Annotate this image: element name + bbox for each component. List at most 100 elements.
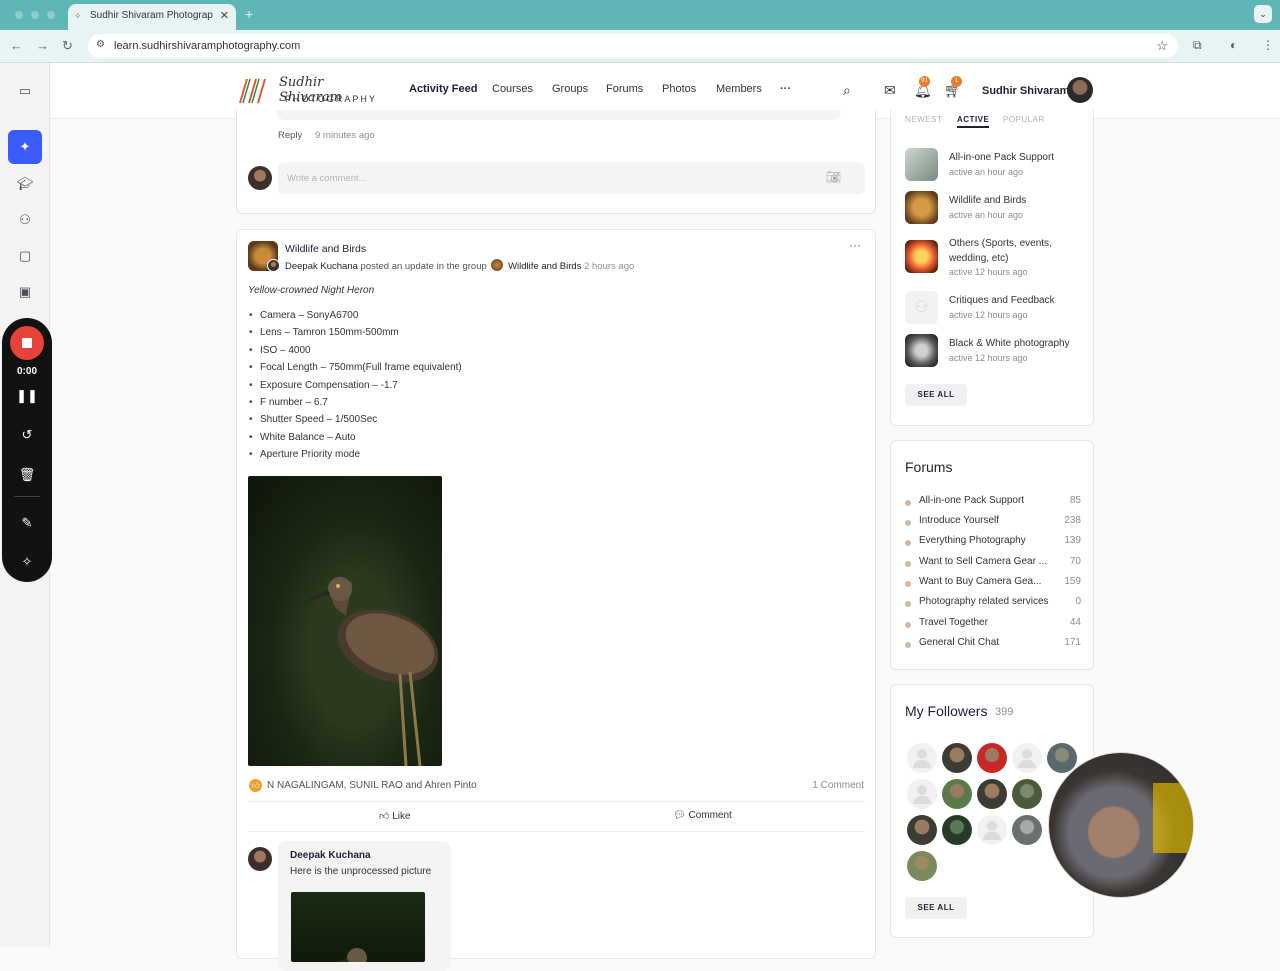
window-zoom-button[interactable] — [47, 11, 55, 19]
draw-pen-icon[interactable]: ✎ — [2, 515, 52, 531]
follower-avatar[interactable] — [977, 743, 1007, 773]
user-avatar[interactable] — [1067, 77, 1093, 103]
effects-icon[interactable]: ✧ — [2, 554, 52, 570]
stop-recording-button[interactable] — [10, 326, 44, 360]
sidebar-toggle-icon[interactable]: ▭ — [16, 82, 34, 100]
follower-avatar[interactable] — [942, 815, 972, 845]
group-item[interactable]: Others (Sports, events, wedding, etc) ac… — [905, 234, 1085, 280]
forum-item[interactable]: Everything Photography 139 — [905, 535, 1081, 551]
forum-item[interactable]: Travel Together 44 — [905, 617, 1081, 633]
delete-icon[interactable]: 🗑︎ — [2, 467, 52, 483]
address-bar[interactable]: ⚙ learn.sudhirshivaramphotography.com ☆ — [88, 34, 1178, 58]
forum-name[interactable]: Photography related services — [919, 596, 1059, 607]
tab-active[interactable]: ACTIVE — [957, 115, 990, 128]
unprocessed-photo[interactable] — [291, 892, 425, 968]
groups-icon[interactable]: ⚇ — [16, 211, 34, 229]
forum-item[interactable]: All-in-one Pack Support 85 — [905, 495, 1081, 511]
user-name[interactable]: Sudhir Shivaram — [982, 85, 1069, 97]
nav-photos[interactable]: Photos — [662, 83, 696, 95]
nav-members[interactable]: Members — [716, 83, 762, 95]
group-name[interactable]: Wildlife and Birds — [949, 193, 1085, 208]
follower-avatar[interactable] — [977, 779, 1007, 809]
tab-newest[interactable]: NEWEST — [905, 115, 942, 124]
nav-more[interactable]: ··· — [780, 83, 791, 95]
forum-item[interactable]: Introduce Yourself 238 — [905, 515, 1081, 531]
forum-name[interactable]: General Chit Chat — [919, 637, 1051, 648]
restart-icon[interactable]: ↺ — [2, 427, 52, 443]
new-tab-icon[interactable]: + — [245, 6, 253, 22]
forums-icon[interactable]: ▢ — [16, 247, 34, 265]
follower-avatar[interactable] — [1012, 815, 1042, 845]
group-name[interactable]: Black & White photography — [949, 336, 1085, 351]
reply-link[interactable]: Reply — [278, 130, 302, 141]
browser-tab[interactable]: ✧ Sudhir Shivaram Photograp ✕ — [68, 4, 236, 30]
follower-avatar[interactable] — [907, 851, 937, 881]
post-group-name[interactable]: Wildlife and Birds — [285, 243, 366, 255]
browser-menu-icon[interactable]: ⋮ — [1262, 38, 1274, 52]
follower-avatar[interactable] — [907, 779, 937, 809]
author-mini-avatar[interactable] — [267, 259, 280, 272]
forum-name[interactable]: Everything Photography — [919, 535, 1051, 546]
extensions-icon[interactable]: ⧉ — [1193, 38, 1202, 53]
reload-icon[interactable]: ↻ — [62, 38, 73, 54]
inbox-icon[interactable]: ✉ — [884, 82, 896, 99]
photos-icon[interactable]: ▣ — [16, 283, 34, 301]
nav-forums[interactable]: Forums — [606, 83, 643, 95]
group-name[interactable]: Others (Sports, events, wedding, etc) — [949, 236, 1085, 266]
comment-author[interactable]: Deepak Kuchana — [290, 850, 371, 861]
forum-name[interactable]: Introduce Yourself — [919, 515, 1051, 526]
pause-icon[interactable]: ❚❚ — [2, 388, 52, 404]
group-name[interactable]: All-in-one Pack Support — [949, 150, 1085, 165]
comment-count[interactable]: 1 Comment — [812, 780, 864, 791]
bookmark-star-icon[interactable]: ☆ — [1156, 38, 1168, 54]
nav-courses[interactable]: Courses — [492, 83, 533, 95]
follower-avatar[interactable] — [907, 743, 937, 773]
follower-avatar[interactable] — [977, 815, 1007, 845]
follower-avatar[interactable] — [1047, 743, 1077, 773]
heron-photo[interactable] — [248, 476, 442, 766]
profile-icon[interactable]: ◐ — [1230, 38, 1237, 52]
forward-icon[interactable]: → — [36, 38, 49, 53]
follower-avatar[interactable] — [942, 779, 972, 809]
forum-item[interactable]: Want to Buy Camera Gea... 159 — [905, 576, 1081, 592]
nav-activity-feed[interactable]: Activity Feed — [409, 83, 477, 95]
post-group-link[interactable]: Wildlife and Birds — [508, 261, 581, 272]
forum-item[interactable]: General Chit Chat 171 — [905, 637, 1081, 653]
follower-avatar[interactable] — [1012, 743, 1042, 773]
comment-button[interactable]: 💬︎ Comment — [673, 810, 732, 821]
forum-item[interactable]: Want to Sell Camera Gear ... 70 — [905, 556, 1081, 572]
tab-popular[interactable]: POPULAR — [1003, 115, 1045, 124]
post-author[interactable]: Deepak Kuchana — [285, 261, 358, 272]
site-logo[interactable]: Sudhir Shivaram PHOTOGRAPHY — [237, 75, 387, 109]
window-close-button[interactable] — [15, 11, 23, 19]
back-icon[interactable]: ← — [10, 38, 23, 53]
forum-name[interactable]: Want to Buy Camera Gea... — [919, 576, 1051, 587]
group-item[interactable]: Black & White photography active 12 hour… — [905, 334, 1085, 370]
reaction-names[interactable]: N NAGALINGAM, SUNIL RAO and Ahren Pinto — [267, 780, 477, 791]
follower-avatar[interactable] — [1012, 779, 1042, 809]
tab-search-chevron-icon[interactable]: ⌄ — [1254, 5, 1272, 23]
nav-groups[interactable]: Groups — [552, 83, 588, 95]
forum-name[interactable]: Want to Sell Camera Gear ... — [919, 556, 1051, 567]
window-minimize-button[interactable] — [31, 11, 39, 19]
write-comment-input[interactable]: Write a comment... 📷︎ — [278, 162, 865, 194]
commenter-avatar[interactable] — [248, 847, 272, 871]
followers-see-all-button[interactable]: SEE ALL — [905, 897, 967, 919]
post-options-icon[interactable]: ··· — [849, 238, 861, 252]
group-name[interactable]: Critiques and Feedback — [949, 293, 1085, 308]
courses-icon[interactable]: 🎓︎ — [16, 175, 34, 193]
forum-name[interactable]: All-in-one Pack Support — [919, 495, 1051, 506]
groups-see-all-button[interactable]: SEE ALL — [905, 384, 967, 406]
activity-icon[interactable]: ✦ — [8, 130, 42, 164]
follower-avatar[interactable] — [907, 815, 937, 845]
camera-icon[interactable]: 📷︎ — [826, 170, 841, 184]
tab-close-icon[interactable]: ✕ — [220, 9, 229, 22]
group-item[interactable]: ⚇ Critiques and Feedback active 12 hours… — [905, 291, 1085, 327]
forum-item[interactable]: Photography related services 0 — [905, 596, 1081, 612]
group-item[interactable]: Wildlife and Birds active an hour ago — [905, 191, 1085, 227]
follower-avatar[interactable] — [942, 743, 972, 773]
site-info-icon[interactable]: ⚙ — [96, 39, 105, 50]
search-icon[interactable]: ⌕ — [843, 82, 851, 99]
forum-name[interactable]: Travel Together — [919, 617, 1051, 628]
group-item[interactable]: All-in-one Pack Support active an hour a… — [905, 148, 1085, 184]
